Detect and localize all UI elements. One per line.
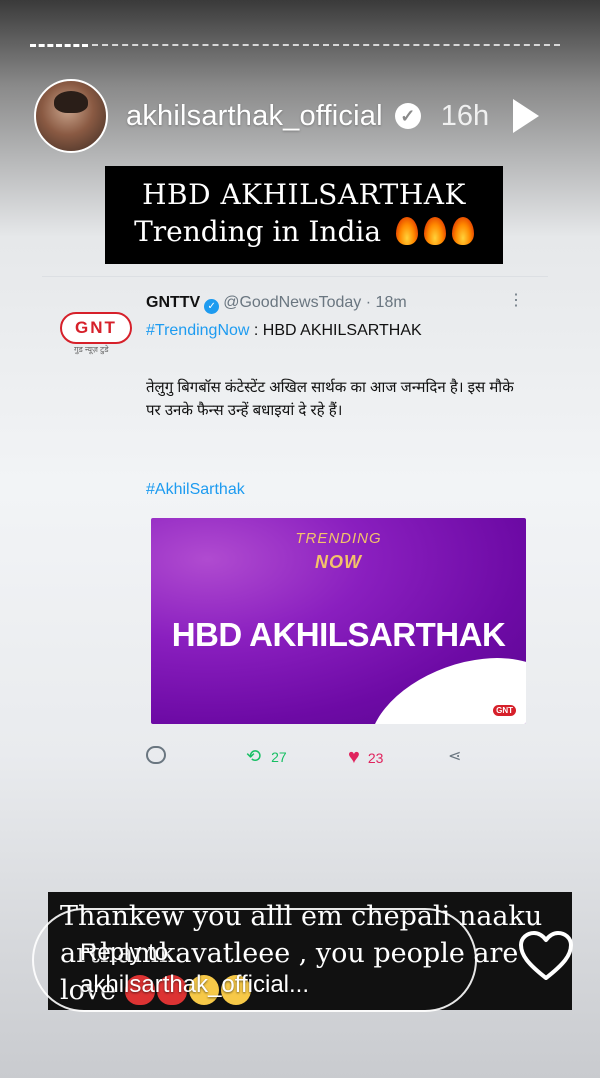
- tweet-card: GNT गुड न्यूज़ टुडे GNTTV ✓ @GoodNewsToday…: [50, 284, 550, 804]
- image-trending-label: TRENDING: [295, 530, 382, 547]
- tweet-header: GNTTV ✓ @GoodNewsToday · 18m: [146, 294, 407, 314]
- share-action: ⋖: [448, 746, 461, 766]
- tweet-handle: @GoodNewsToday: [223, 294, 362, 311]
- avatar[interactable]: [34, 79, 108, 153]
- story-header: akhilsarthak_official ✓ 16h: [34, 78, 580, 154]
- story-progress-bar: [30, 44, 560, 47]
- retweet-count: 27: [271, 748, 287, 765]
- reply-placeholder: Reply to akhilsarthak_official...: [80, 937, 309, 1001]
- divider: [42, 276, 548, 277]
- story-viewer: akhilsarthak_official ✓ 16h HBD AKHILSAR…: [0, 0, 600, 1078]
- image-headline: HBD AKHILSARTHAK: [171, 616, 506, 653]
- tweet-age: · 18m: [365, 294, 407, 311]
- trending-banner: HBD AKHILSARTHAK Trending in India: [105, 166, 503, 264]
- progress-segment-remaining: [92, 44, 560, 47]
- like-action: ♥ 23: [348, 746, 383, 769]
- gnt-logo: GNT: [60, 312, 132, 344]
- tweet-hashtag: #AkhilSarthak: [146, 481, 245, 498]
- retweet-icon: ⟲: [246, 746, 262, 766]
- more-icon: ⋮: [508, 292, 524, 309]
- tweet-actions: ⟲ 27 ♥ 23 ⋖: [146, 746, 486, 770]
- gnt-logo-tagline: गुड न्यूज़ टुडे: [74, 345, 109, 354]
- heart-icon: ♥: [348, 746, 360, 768]
- image-now-label: NOW: [315, 552, 362, 572]
- verified-icon: ✓: [394, 103, 421, 129]
- tweet-headline: #TrendingNow : HBD AKHILSARTHAK: [146, 322, 422, 340]
- progress-segment-current: [30, 44, 88, 47]
- reply-placeholder-line-2: akhilsarthak_official...: [80, 971, 310, 998]
- fire-icon: [395, 217, 418, 245]
- username[interactable]: akhilsarthak_official: [126, 100, 383, 133]
- retweet-action: ⟲ 27: [246, 746, 287, 767]
- reply-action: [146, 746, 166, 764]
- tweet-image: TRENDING NOW HBD AKHILSARTHAK GNT: [151, 518, 526, 724]
- banner-line-1: HBD AKHILSARTHAK: [142, 178, 466, 211]
- like-story-icon[interactable]: [518, 930, 574, 982]
- share-icon: ⋖: [448, 748, 462, 765]
- tweet-display-name: GNTTV: [146, 294, 201, 311]
- verified-icon: ✓: [204, 299, 220, 314]
- reply-icon: [146, 746, 166, 764]
- fire-icon: [451, 217, 474, 245]
- tweet-body: तेलुगु बिगबॉस कंटेस्टेंट अखिल सार्थक का …: [146, 379, 514, 419]
- story-timestamp: 16h: [440, 99, 490, 132]
- banner-line-2: Trending in India: [134, 215, 382, 248]
- play-icon[interactable]: [513, 99, 540, 133]
- reply-placeholder-line-1: Reply to: [80, 939, 169, 966]
- trending-hashtag: #TrendingNow: [146, 322, 250, 339]
- fire-icon: [423, 217, 446, 245]
- banner-line-2-wrap: Trending in India: [105, 215, 503, 248]
- like-count: 23: [367, 749, 384, 766]
- tweet-headline-text: : HBD AKHILSARTHAK: [249, 322, 422, 339]
- image-mini-logo: GNT: [493, 705, 516, 716]
